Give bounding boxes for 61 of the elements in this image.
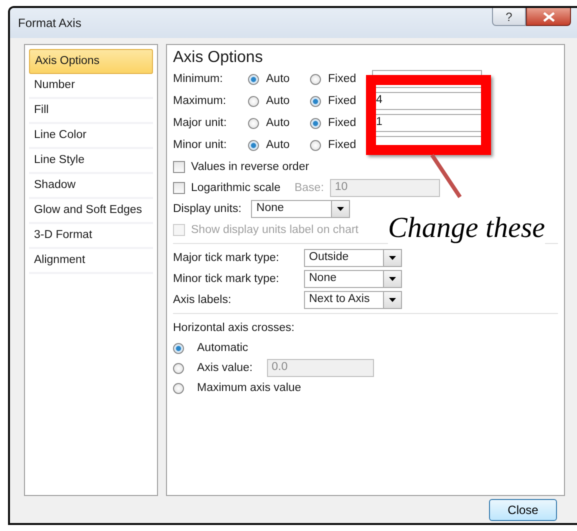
checkbox-label: Values in reverse order [191,160,310,172]
sidebar-item[interactable]: Alignment [29,249,153,274]
radio-button[interactable] [248,96,259,106]
sidebar-item[interactable]: Line Color [29,124,153,149]
sidebar-item[interactable]: Line Style [29,149,153,174]
option-label: Automatic [197,342,248,354]
dropdown[interactable]: None [251,200,350,218]
option-label: Auto [266,117,291,129]
field-label: Axis labels: [173,294,232,306]
option-label: Auto [266,73,291,85]
option-label: Maximum axis value [197,382,302,394]
caret-icon [337,206,344,210]
window-title: Format Axis [18,16,82,30]
checkbox-label: Logarithmic scale [191,182,280,194]
sidebar-item[interactable]: Fill [29,99,153,124]
radio-button[interactable] [173,362,184,374]
sidebar-item[interactable]: 3-D Format [29,224,153,249]
radio-button[interactable] [173,342,184,354]
radio-button[interactable] [310,118,321,128]
checkbox[interactable] [173,182,185,194]
field-label: Minimum: [173,73,224,85]
dropdown[interactable]: None [304,270,402,288]
field-label: Major tick mark type: [173,252,280,264]
field-label: Display units: [173,202,242,214]
radio-button[interactable] [248,118,259,128]
option-label: Axis value: [197,362,253,374]
option-label: Fixed [328,95,358,107]
radio-button[interactable] [310,140,321,150]
option-label: Fixed [328,73,358,85]
option-label: Fixed [328,117,358,129]
panel-heading: Axis Options [173,49,264,67]
sidebar-item[interactable]: Shadow [29,174,153,199]
sidebar-item[interactable]: Number [29,74,153,99]
sidebar-item[interactable]: Glow and Soft Edges [29,199,153,224]
radio-button[interactable] [310,96,321,106]
caret-icon [389,298,396,302]
dropdown[interactable]: Next to Axis [304,290,402,308]
radio-button[interactable] [248,140,259,150]
radio-button[interactable] [173,382,184,394]
dropdown[interactable]: Outside [304,248,402,266]
caret-icon [389,276,396,280]
option-label: Auto [266,139,291,151]
radio-button[interactable] [310,74,321,84]
help-button[interactable]: ? [492,8,526,26]
group-label: Horizontal axis crosses: [173,322,294,334]
input-field[interactable] [372,70,482,88]
caret-icon [389,256,396,260]
option-label: Fixed [328,139,358,151]
radio-button[interactable] [248,74,259,84]
option-label: Auto [266,95,291,107]
field-label: Minor unit: [173,139,228,151]
base-label: Base: [294,182,324,194]
close-button[interactable] [526,8,571,26]
field-label: Major unit: [173,117,228,129]
field-label: Maximum: [173,95,228,107]
field-label: Minor tick mark type: [173,272,280,284]
checkbox[interactable] [173,160,185,172]
checkbox-label: Show display units label on chart [191,224,358,236]
sidebar-item[interactable]: Axis Options [29,49,153,74]
close-icon [542,12,554,22]
close-button[interactable]: Close [489,498,557,520]
